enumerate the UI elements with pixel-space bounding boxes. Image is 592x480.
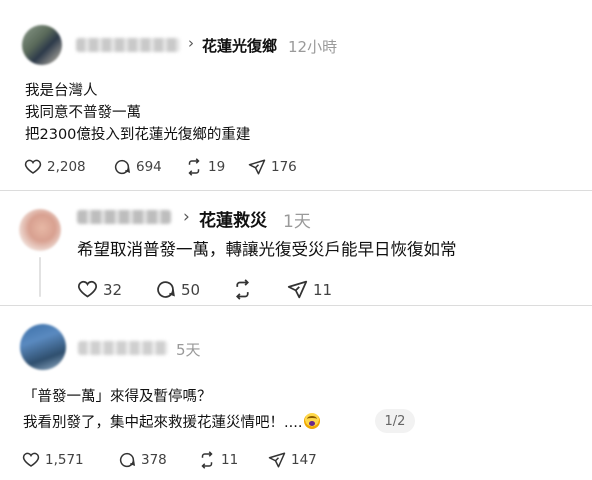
- thread-line: [39, 257, 41, 297]
- share-button[interactable]: 176: [248, 158, 297, 176]
- repost-count: 11: [221, 452, 239, 468]
- like-count: 32: [103, 280, 123, 299]
- share-count: 11: [313, 280, 333, 299]
- timestamp: 1天: [283, 212, 311, 232]
- post-line-text: 我看別發了，集中起來救援花蓮災情吧！....: [23, 415, 303, 431]
- chevron-right-icon: ›: [188, 34, 194, 52]
- post-line: 我同意不普發一萬: [25, 105, 141, 121]
- avatar[interactable]: [19, 209, 61, 251]
- repost-icon: [188, 158, 200, 176]
- avatar[interactable]: [22, 25, 62, 65]
- share-button[interactable]: 11: [287, 279, 332, 300]
- media-page-indicator[interactable]: 1/2: [375, 409, 415, 433]
- screaming-face-emoji-icon: [304, 413, 321, 429]
- post-2: › 花蓮救災 1天 希望取消普發一萬，轉讓光復受災戶能早日恢復如常 32 50 …: [0, 191, 592, 301]
- heart-icon: [24, 159, 42, 174]
- share-count: 176: [271, 159, 297, 175]
- like-count: 2,208: [47, 159, 86, 175]
- comment-count: 694: [136, 159, 162, 175]
- like-button[interactable]: 1,571: [22, 451, 84, 469]
- comment-bubble-icon: [157, 281, 175, 298]
- share-count: 147: [291, 452, 317, 468]
- comment-count: 378: [141, 452, 167, 468]
- send-icon: [268, 452, 286, 468]
- heart-icon: [77, 280, 98, 298]
- share-button[interactable]: 147: [268, 451, 317, 469]
- repost-button[interactable]: 11: [198, 451, 238, 469]
- repost-button[interactable]: [232, 279, 258, 300]
- post-line: 「普發一萬」來得及暫停嗎？: [23, 389, 212, 405]
- repost-icon: [236, 279, 249, 300]
- group-name[interactable]: 花蓮救災: [199, 206, 267, 231]
- comment-button[interactable]: 694: [113, 158, 162, 176]
- username-blurred[interactable]: [76, 38, 180, 52]
- comment-button[interactable]: 50: [155, 279, 200, 300]
- post-line: 我是台灣人: [25, 83, 98, 99]
- repost-icon: [201, 451, 213, 469]
- comment-count: 50: [181, 280, 201, 299]
- comment-button[interactable]: 378: [118, 451, 167, 469]
- send-icon: [248, 159, 266, 175]
- post-line: 把2300億投入到花蓮光復鄉的重建: [25, 127, 251, 143]
- timestamp: 5天: [176, 341, 201, 359]
- username-blurred[interactable]: [77, 210, 171, 224]
- username-blurred[interactable]: [78, 341, 168, 355]
- like-button[interactable]: 32: [77, 279, 122, 300]
- repost-button[interactable]: 19: [185, 158, 225, 176]
- post-3: 5天 「普發一萬」來得及暫停嗎？ 我看別發了，集中起來救援花蓮災情吧！.... …: [0, 306, 592, 480]
- post-line: 我看別發了，集中起來救援花蓮災情吧！....: [23, 411, 321, 432]
- avatar[interactable]: [20, 324, 66, 370]
- chevron-right-icon: ›: [183, 207, 190, 227]
- like-button[interactable]: 2,208: [24, 158, 86, 176]
- repost-count: 19: [208, 159, 226, 175]
- like-count: 1,571: [45, 452, 84, 468]
- post-line: 希望取消普發一萬，轉讓光復受災戶能早日恢復如常: [77, 240, 457, 259]
- group-name[interactable]: 花蓮光復鄉: [202, 35, 277, 56]
- timestamp: 12小時: [288, 38, 338, 56]
- post-1: › 花蓮光復鄉 12小時 我是台灣人 我同意不普發一萬 把2300億投入到花蓮光…: [0, 0, 592, 190]
- comment-bubble-icon: [114, 159, 131, 175]
- send-icon: [287, 280, 308, 299]
- comment-bubble-icon: [119, 452, 136, 468]
- heart-icon: [22, 452, 40, 467]
